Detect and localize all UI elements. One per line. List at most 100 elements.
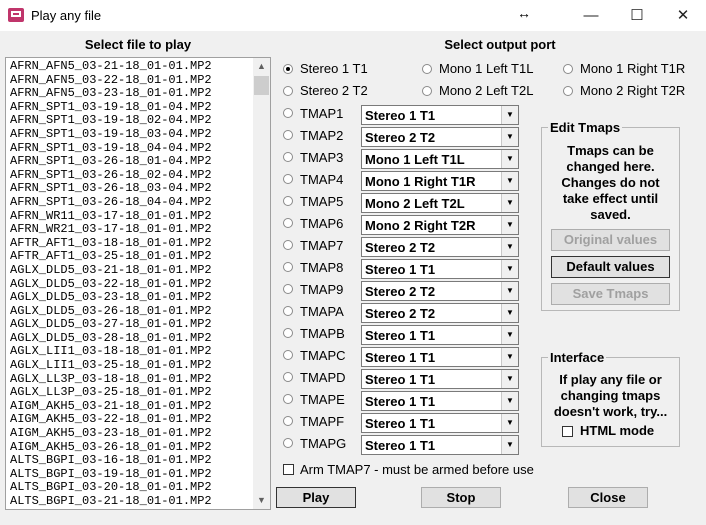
tmap-label[interactable]: TMAPG [300, 436, 346, 451]
file-list-item[interactable]: ALTS_BGPI_03-16-18_01-01.MP2 [10, 454, 212, 468]
file-list-item[interactable]: AFRN_SPT1_03-26-18_01-04.MP2 [10, 155, 212, 169]
original-values-button[interactable]: Original values [551, 229, 670, 251]
html-mode-checkbox[interactable] [562, 426, 573, 437]
title-bar[interactable]: Play any file ↔ — ☐ ✕ [0, 0, 706, 31]
tmap-radio[interactable] [283, 372, 293, 382]
file-list-item[interactable]: AFRN_WR11_03-17-18_01-01.MP2 [10, 209, 212, 224]
arm-tmap7-label[interactable]: Arm TMAP7 - must be armed before use [300, 462, 534, 477]
tmap-radio[interactable] [283, 218, 293, 228]
tmap-select[interactable]: Stereo 1 T1 ▼ [361, 413, 519, 433]
html-mode-label[interactable]: HTML mode [580, 423, 654, 438]
port-radio-label[interactable]: Stereo 1 T1 [300, 61, 368, 76]
play-button[interactable]: Play [276, 487, 356, 508]
file-list-item[interactable]: AGLX_DLD5_03-23-18_01-01.MP2 [10, 290, 212, 305]
tmap-select[interactable]: Stereo 1 T1 ▼ [361, 391, 519, 411]
file-list-item[interactable]: ALTS_BGPI_03-19-18_01-01.MP2 [10, 467, 212, 482]
tmap-select[interactable]: Mono 2 Right T2R ▼ [361, 215, 519, 235]
chevron-down-icon[interactable]: ▼ [501, 304, 518, 322]
chevron-down-icon[interactable]: ▼ [501, 326, 518, 344]
scroll-thumb[interactable] [254, 76, 269, 95]
port-radio-label[interactable]: Mono 1 Left T1L [439, 61, 533, 76]
tmap-label[interactable]: TMAP7 [300, 238, 343, 253]
tmap-radio[interactable] [283, 196, 293, 206]
arm-tmap7-checkbox[interactable] [283, 464, 294, 475]
chevron-down-icon[interactable]: ▼ [501, 260, 518, 278]
tmap-select[interactable]: Stereo 1 T1 ▼ [361, 325, 519, 345]
file-list-item[interactable]: AFRN_SPT1_03-19-18_04-04.MP2 [10, 141, 212, 156]
chevron-down-icon[interactable]: ▼ [501, 194, 518, 212]
chevron-down-icon[interactable]: ▼ [501, 128, 518, 146]
tmap-label[interactable]: TMAPD [300, 370, 346, 385]
port-radio-label[interactable]: Mono 2 Left T2L [439, 83, 533, 98]
tmap-label[interactable]: TMAP2 [300, 128, 343, 143]
tmap-label[interactable]: TMAP8 [300, 260, 343, 275]
chevron-down-icon[interactable]: ▼ [501, 216, 518, 234]
file-list-item[interactable]: AFRN_AFN5_03-23-18_01-01.MP2 [10, 87, 212, 101]
file-list-item[interactable]: AIGM_AKH5_03-26-18_01-01.MP2 [10, 440, 212, 455]
tmap-radio[interactable] [283, 328, 293, 338]
tmap-label[interactable]: TMAPC [300, 348, 346, 363]
tmap-select[interactable]: Stereo 2 T2 ▼ [361, 237, 519, 257]
file-list-item[interactable]: AFRN_AFN5_03-21-18_01-01.MP2 [10, 59, 212, 74]
file-list-item[interactable]: AGLX_DLD5_03-26-18_01-01.MP2 [10, 304, 212, 319]
tmap-radio[interactable] [283, 262, 293, 272]
port-radio-label[interactable]: Mono 2 Right T2R [580, 83, 685, 98]
chevron-down-icon[interactable]: ▼ [501, 172, 518, 190]
file-list-item[interactable]: AFRN_SPT1_03-19-18_01-04.MP2 [10, 100, 212, 115]
tmap-label[interactable]: TMAPA [300, 304, 344, 319]
file-list-item[interactable]: AIGM_AKH5_03-22-18_01-01.MP2 [10, 413, 212, 427]
save-tmaps-button[interactable]: Save Tmaps [551, 283, 670, 305]
chevron-down-icon[interactable]: ▼ [501, 414, 518, 432]
file-list-item[interactable]: AFRN_SPT1_03-19-18_02-04.MP2 [10, 114, 212, 128]
port-radio-label[interactable]: Stereo 2 T2 [300, 83, 368, 98]
tmap-select[interactable]: Stereo 1 T1 ▼ [361, 105, 519, 125]
tmap-label[interactable]: TMAP3 [300, 150, 343, 165]
chevron-down-icon[interactable]: ▼ [501, 392, 518, 410]
file-list-item[interactable]: AGLX_DLD5_03-21-18_01-01.MP2 [10, 263, 212, 278]
tmap-radio[interactable] [283, 394, 293, 404]
tmap-select[interactable]: Stereo 1 T1 ▼ [361, 369, 519, 389]
tmap-radio[interactable] [283, 240, 293, 250]
file-list-item[interactable]: AFRN_SPT1_03-26-18_02-04.MP2 [10, 168, 212, 183]
tmap-select[interactable]: Stereo 2 T2 ▼ [361, 281, 519, 301]
file-list-item[interactable]: ALTS_BGPI_03-21-18_01-01.MP2 [10, 494, 212, 509]
file-list-item[interactable]: AFTR_AFT1_03-18-18_01-01.MP2 [10, 236, 212, 251]
tmap-radio[interactable] [283, 174, 293, 184]
port-radio[interactable] [563, 64, 573, 74]
chevron-down-icon[interactable]: ▼ [501, 150, 518, 168]
minimize-button[interactable]: — [568, 0, 614, 31]
port-radio[interactable] [422, 64, 432, 74]
file-list-item[interactable]: AFRN_AFN5_03-22-18_01-01.MP2 [10, 73, 212, 88]
file-list-item[interactable]: ALTS_BGPI_03-22-18_01-01.MP2 [10, 508, 212, 509]
file-list-item[interactable]: AIGM_AKH5_03-23-18_01-01.MP2 [10, 426, 212, 441]
chevron-down-icon[interactable]: ▼ [501, 238, 518, 256]
tmap-select[interactable]: Stereo 2 T2 ▼ [361, 303, 519, 323]
tmap-radio[interactable] [283, 350, 293, 360]
chevron-down-icon[interactable]: ▼ [501, 348, 518, 366]
tmap-label[interactable]: TMAP6 [300, 216, 343, 231]
file-list-item[interactable]: AGLX_LII1_03-18-18_01-01.MP2 [10, 345, 212, 359]
file-list-item[interactable]: AFRN_SPT1_03-26-18_04-04.MP2 [10, 195, 212, 210]
port-radio[interactable] [283, 64, 293, 74]
chevron-down-icon[interactable]: ▼ [501, 282, 518, 300]
port-radio-label[interactable]: Mono 1 Right T1R [580, 61, 685, 76]
tmap-select[interactable]: Stereo 1 T1 ▼ [361, 259, 519, 279]
tmap-radio[interactable] [283, 416, 293, 426]
vertical-scrollbar[interactable]: ▲ ▼ [253, 58, 270, 509]
tmap-label[interactable]: TMAP5 [300, 194, 343, 209]
file-list-item[interactable]: AFRN_WR21_03-17-18_01-01.MP2 [10, 223, 212, 237]
tmap-label[interactable]: TMAPE [300, 392, 345, 407]
tmap-select[interactable]: Stereo 2 T2 ▼ [361, 127, 519, 147]
tmap-radio[interactable] [283, 438, 293, 448]
chevron-down-icon[interactable]: ▼ [501, 370, 518, 388]
chevron-down-icon[interactable]: ▼ [501, 106, 518, 124]
close-window-button[interactable]: ✕ [660, 0, 706, 31]
maximize-button[interactable]: ☐ [614, 0, 660, 31]
tmap-select[interactable]: Stereo 1 T1 ▼ [361, 347, 519, 367]
file-list-item[interactable]: ALTS_BGPI_03-20-18_01-01.MP2 [10, 481, 212, 495]
close-button[interactable]: Close [568, 487, 648, 508]
tmap-radio[interactable] [283, 306, 293, 316]
port-radio[interactable] [563, 86, 573, 96]
file-list-item[interactable]: AGLX_DLD5_03-28-18_01-01.MP2 [10, 331, 212, 346]
file-list-item[interactable]: AFTR_AFT1_03-25-18_01-01.MP2 [10, 250, 212, 264]
